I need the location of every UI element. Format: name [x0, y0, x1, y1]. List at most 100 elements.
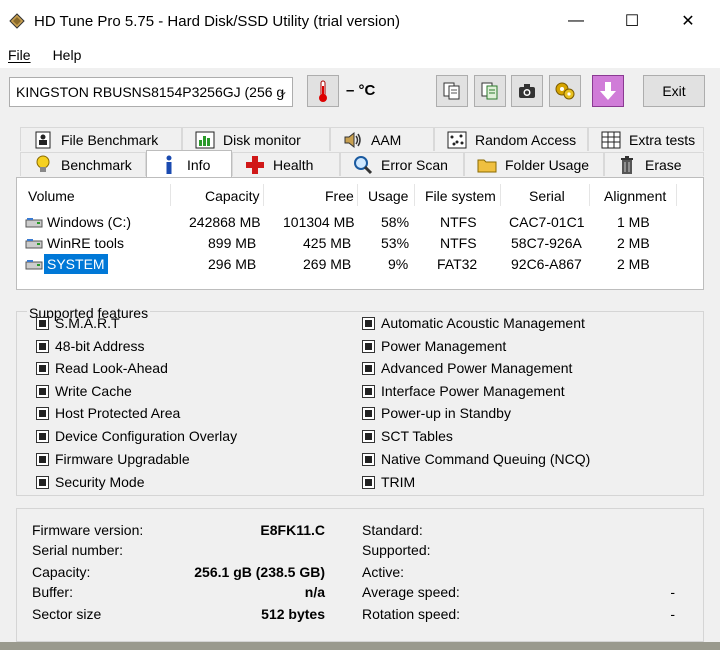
volume-row-selected[interactable]: SYSTEM 296 MB 269 MB 9% FAT32 92C6-A867 …: [17, 254, 703, 275]
tab-label: AAM: [371, 131, 402, 148]
tab-extra-tests[interactable]: Extra tests: [588, 127, 704, 151]
feature-item: Write Cache: [36, 383, 132, 399]
feature-item: Power Management: [362, 338, 506, 354]
active-label: Active:: [362, 564, 405, 580]
thermometer-button[interactable]: [307, 75, 339, 107]
volume-list[interactable]: Volume Capacity Free Usage File system S…: [16, 177, 704, 290]
tab-health[interactable]: Health: [232, 152, 340, 176]
thermometer-icon: [319, 80, 327, 102]
tab-file-benchmark[interactable]: File Benchmark: [20, 127, 182, 151]
tab-erase[interactable]: Erase: [604, 152, 704, 176]
tab-error-scan[interactable]: Error Scan: [340, 152, 464, 176]
feature-label: Power Management: [381, 338, 507, 354]
volume-name: Windows (C:): [47, 214, 132, 230]
maximize-button[interactable]: ☐: [608, 0, 656, 42]
volume-name: SYSTEM: [44, 254, 108, 274]
feature-label: Device Configuration Overlay: [55, 428, 238, 444]
feature-item: 48-bit Address: [36, 338, 145, 354]
tab-info[interactable]: Info: [146, 150, 232, 178]
feature-label: Security Mode: [55, 474, 145, 490]
supported-features-group: Supported features S.M.A.R.T 48-bit Addre…: [16, 304, 704, 496]
volume-capacity: 242868 MB: [189, 214, 261, 230]
volume-capacity: 296 MB: [208, 256, 257, 272]
checked-mark-icon: [39, 455, 46, 463]
col-capacity-header[interactable]: Capacity: [205, 188, 259, 204]
standard-label: Standard:: [362, 522, 423, 538]
col-free-header[interactable]: Free: [325, 188, 354, 204]
tab-label: Random Access: [475, 131, 577, 148]
tab-aam[interactable]: AAM: [330, 127, 434, 151]
sector-size-label: Sector size: [32, 606, 102, 622]
close-button[interactable]: ✕: [664, 0, 712, 42]
supported-label: Supported:: [362, 542, 431, 558]
feature-item: Security Mode: [36, 474, 144, 490]
menu-help[interactable]: Help: [53, 47, 82, 63]
firmware-value: E8FK11.C: [260, 522, 325, 538]
window-title: HD Tune Pro 5.75 - Hard Disk/SSD Utility…: [34, 12, 400, 30]
feature-item: Power-up in Standby: [362, 405, 511, 421]
feature-label: Power-up in Standby: [381, 405, 511, 421]
feature-label: S.M.A.R.T: [55, 315, 120, 331]
tab-folder-usage[interactable]: Folder Usage: [464, 152, 604, 176]
feature-label: TRIM: [381, 474, 416, 490]
volume-free: 425 MB: [303, 235, 352, 251]
feature-checkbox: [36, 475, 49, 489]
feature-item: TRIM: [362, 474, 415, 490]
info-icon: [159, 155, 179, 175]
volume-usage: 53%: [381, 235, 410, 251]
feature-checkbox: [36, 339, 49, 353]
col-serial-header[interactable]: Serial: [529, 188, 565, 204]
feature-checkbox: [362, 429, 375, 443]
feature-checkbox: [362, 406, 375, 420]
firmware-label: Firmware version:: [32, 522, 144, 538]
trash-icon: [617, 155, 637, 175]
options-button[interactable]: [549, 75, 581, 107]
minimize-button[interactable]: —: [552, 0, 600, 42]
tab-disk-monitor[interactable]: Disk monitor: [182, 127, 330, 151]
col-alignment-header[interactable]: Alignment: [604, 188, 666, 204]
checked-mark-icon: [365, 342, 372, 350]
volume-row[interactable]: Windows (C:) 242868 MB 101304 MB 58% NTF…: [17, 212, 703, 233]
feature-label: Firmware Upgradable: [55, 451, 190, 467]
checked-mark-icon: [365, 409, 372, 417]
volume-name: WinRE tools: [47, 235, 125, 251]
feature-label: Native Command Queuing (NCQ): [381, 451, 591, 467]
menu-file[interactable]: File: [8, 47, 31, 63]
rotation-speed-label: Rotation speed:: [362, 606, 461, 622]
tab-random-access[interactable]: Random Access: [434, 127, 588, 151]
checked-mark-icon: [365, 455, 372, 463]
copy-info-button[interactable]: [436, 75, 468, 107]
tab-benchmark[interactable]: Benchmark: [20, 152, 146, 176]
feature-checkbox: [362, 452, 375, 466]
tab-label: Erase: [645, 156, 682, 173]
feature-checkbox: [36, 361, 49, 375]
tab-label: Error Scan: [381, 156, 448, 173]
magnifier-icon: [353, 155, 373, 175]
col-filesystem-header[interactable]: File system: [425, 188, 496, 204]
speaker-icon: [343, 130, 363, 150]
feature-checkbox: [36, 384, 49, 398]
serial-label: Serial number:: [32, 542, 124, 558]
volume-row[interactable]: WinRE tools 899 MB 425 MB 53% NTFS 58C7-…: [17, 233, 703, 254]
drive-select[interactable]: KINGSTON RBUSNS8154P3256GJ (256 g ⌄: [9, 77, 293, 107]
volume-alignment: 2 MB: [617, 235, 650, 251]
volume-alignment: 2 MB: [617, 256, 650, 272]
checked-mark-icon: [39, 387, 46, 395]
copy-icon: [443, 82, 460, 100]
extra-tests-icon: [601, 130, 621, 150]
screenshot-button[interactable]: [511, 75, 543, 107]
save-button[interactable]: [592, 75, 624, 107]
lightbulb-icon: [33, 155, 53, 175]
feature-item: Advanced Power Management: [362, 360, 572, 376]
volume-usage: 58%: [381, 214, 410, 230]
col-usage-header[interactable]: Usage: [368, 188, 408, 204]
menu-bar: File Help: [0, 42, 720, 68]
feature-checkbox: [362, 339, 375, 353]
feature-label: Advanced Power Management: [381, 360, 573, 376]
copy-all-button[interactable]: [474, 75, 506, 107]
volume-serial: 92C6-A867: [511, 256, 582, 272]
capacity-value: 256.1 gB (238.5 GB): [194, 564, 325, 580]
exit-button[interactable]: Exit: [643, 75, 705, 107]
col-volume-header[interactable]: Volume: [28, 188, 75, 204]
buffer-value: n/a: [304, 584, 325, 600]
